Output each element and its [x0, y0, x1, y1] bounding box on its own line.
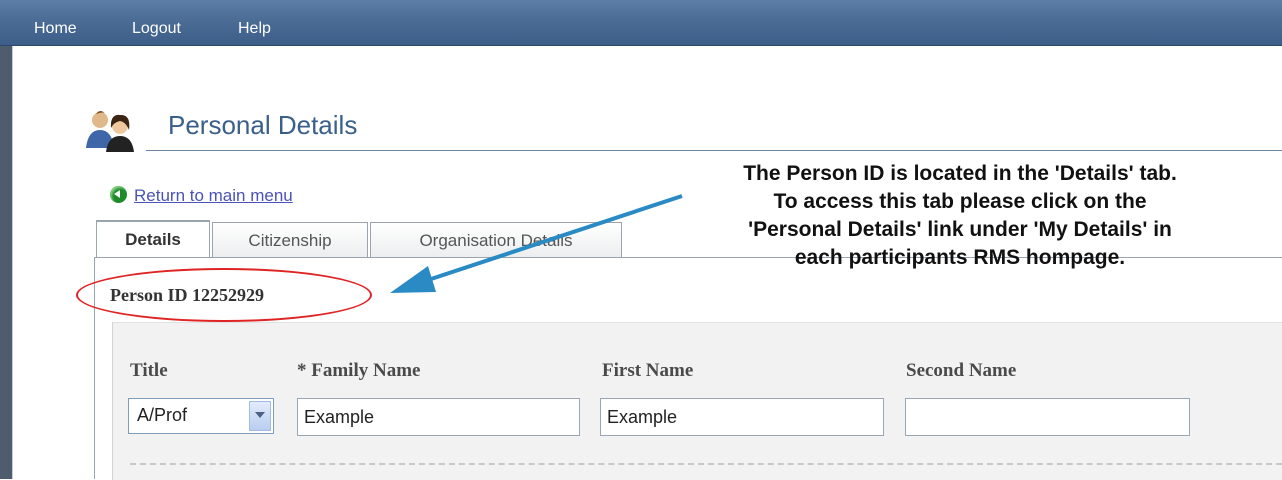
title-divider [146, 150, 1282, 151]
highlight-circle [76, 268, 372, 322]
second-name-input[interactable] [905, 398, 1190, 436]
left-frame-border [0, 46, 12, 479]
annotation-line-2: To access this tab please click on the [773, 190, 1147, 213]
return-to-main-menu-link[interactable]: Return to main menu [134, 186, 293, 206]
left-gutter [12, 46, 35, 479]
nav-home-link[interactable]: Home [34, 20, 77, 38]
annotation-line-3: 'Personal Details' link under 'My Detail… [748, 218, 1172, 241]
section-divider [130, 463, 1282, 465]
tab-details[interactable]: Details [96, 220, 210, 257]
annotation-callout: The Person ID is located in the 'Details… [640, 160, 1280, 272]
first-name-label: First Name [602, 360, 694, 381]
nav-help-link[interactable]: Help [238, 20, 271, 38]
family-name-input[interactable]: Example [297, 398, 580, 436]
tab-organisation-details[interactable]: Organisation Details [370, 222, 622, 257]
first-name-input[interactable]: Example [600, 398, 884, 436]
top-nav-bar: Home Logout Help [0, 0, 1282, 46]
family-name-label: * Family Name [297, 360, 421, 381]
title-select[interactable]: A/Prof [128, 398, 274, 434]
nav-logout-link[interactable]: Logout [132, 20, 181, 38]
back-arrow-icon[interactable] [110, 186, 127, 203]
chevron-down-icon[interactable] [249, 401, 271, 431]
page-title: Personal Details [168, 110, 358, 140]
users-icon [86, 111, 134, 152]
tab-citizenship[interactable]: Citizenship [212, 222, 368, 257]
annotation-line-1: The Person ID is located in the 'Details… [743, 162, 1177, 185]
title-label: Title [130, 360, 168, 381]
second-name-label: Second Name [906, 360, 1017, 381]
annotation-line-4: each participants RMS hompage. [794, 246, 1126, 269]
title-select-value: A/Prof [137, 405, 188, 425]
